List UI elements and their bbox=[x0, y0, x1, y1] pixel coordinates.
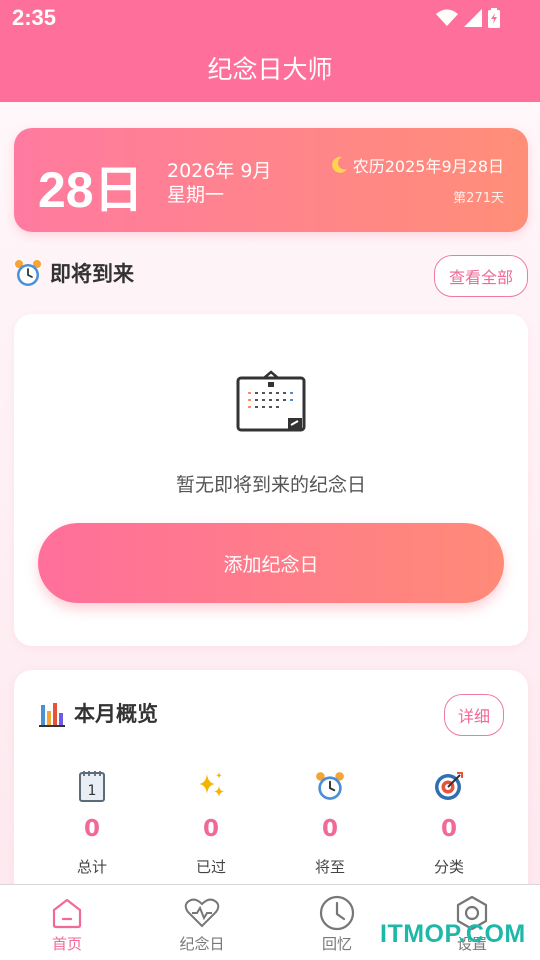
today-day: 28日 bbox=[38, 162, 144, 218]
stat-past-value: 0 bbox=[202, 816, 219, 842]
stat-categories-label: 分类 bbox=[433, 858, 464, 876]
stat-past[interactable]: 0 已过 bbox=[161, 768, 261, 877]
today-weekday: 星期一 bbox=[167, 184, 225, 206]
heart-icon bbox=[184, 898, 220, 928]
stat-upcoming-value: 0 bbox=[321, 816, 338, 842]
wifi-icon bbox=[436, 9, 458, 26]
stat-upcoming-label: 将至 bbox=[314, 858, 345, 876]
upcoming-section-header: 即将到来 bbox=[14, 258, 134, 288]
overview-title: 本月概览 bbox=[74, 702, 158, 726]
alarm-clock-icon bbox=[15, 260, 41, 286]
overview-detail-button[interactable]: 详细 bbox=[444, 694, 504, 736]
nav-home-label: 首页 bbox=[51, 935, 82, 953]
home-icon bbox=[52, 898, 82, 929]
upcoming-card: 暂无即将到来的纪念日 添加纪念日 bbox=[14, 314, 528, 646]
nav-anniversaries-label: 纪念日 bbox=[179, 935, 225, 953]
stat-categories-value: 0 bbox=[440, 816, 457, 842]
target-icon bbox=[435, 772, 463, 800]
today-year-month: 2026年 9月 bbox=[167, 160, 272, 182]
stat-categories[interactable]: 0 分类 bbox=[399, 768, 499, 877]
status-bar: 2:35 bbox=[0, 0, 540, 38]
signal-icon bbox=[464, 9, 482, 27]
status-icons bbox=[436, 8, 500, 28]
moon-icon bbox=[331, 156, 347, 173]
stat-past-label: 已过 bbox=[195, 858, 226, 876]
nav-memories-label: 回忆 bbox=[321, 935, 352, 953]
view-all-button[interactable]: 查看全部 bbox=[434, 255, 528, 297]
stat-total-value: 0 bbox=[83, 816, 100, 842]
sparkle-icon bbox=[199, 772, 224, 797]
monthly-overview-card: 本月概览 详细 1 0 总计 0 已过 0 将至 0 分类 bbox=[14, 670, 528, 910]
stat-total-label: 总计 bbox=[76, 858, 107, 876]
nav-anniversaries[interactable]: 纪念日 bbox=[147, 895, 257, 954]
status-time: 2:35 bbox=[12, 5, 57, 30]
lunar-date: 农历2025年9月28日 bbox=[329, 153, 504, 177]
stat-upcoming[interactable]: 0 将至 bbox=[280, 768, 380, 877]
lunar-date-text: 农历2025年9月28日 bbox=[352, 157, 504, 176]
app-title: 纪念日大师 bbox=[207, 55, 333, 84]
empty-upcoming-text: 暂无即将到来的纪念日 bbox=[175, 474, 366, 496]
upcoming-title: 即将到来 bbox=[50, 262, 134, 286]
overview-section-header: 本月概览 bbox=[38, 698, 158, 728]
add-anniversary-button[interactable]: 添加纪念日 bbox=[38, 523, 504, 603]
empty-calendar-icon bbox=[236, 370, 306, 432]
day-of-year: 第271天 bbox=[453, 191, 504, 206]
clock-icon bbox=[319, 895, 355, 931]
calendar-icon: 1 bbox=[79, 771, 105, 802]
nav-home[interactable]: 首页 bbox=[12, 895, 122, 954]
watermark-text: ITMOP.COM bbox=[380, 920, 526, 948]
bar-chart-icon bbox=[39, 703, 65, 727]
battery-icon bbox=[488, 8, 500, 28]
nav-memories[interactable]: 回忆 bbox=[282, 895, 392, 954]
stat-total[interactable]: 1 0 总计 bbox=[42, 768, 142, 877]
today-date-card: 28日 2026年 9月 星期一 农历2025年9月28日 第271天 bbox=[14, 128, 528, 232]
alarm-clock-icon bbox=[316, 772, 344, 800]
app-header: 2:35 纪念日大师 bbox=[0, 0, 540, 102]
svg-text:1: 1 bbox=[88, 783, 97, 799]
